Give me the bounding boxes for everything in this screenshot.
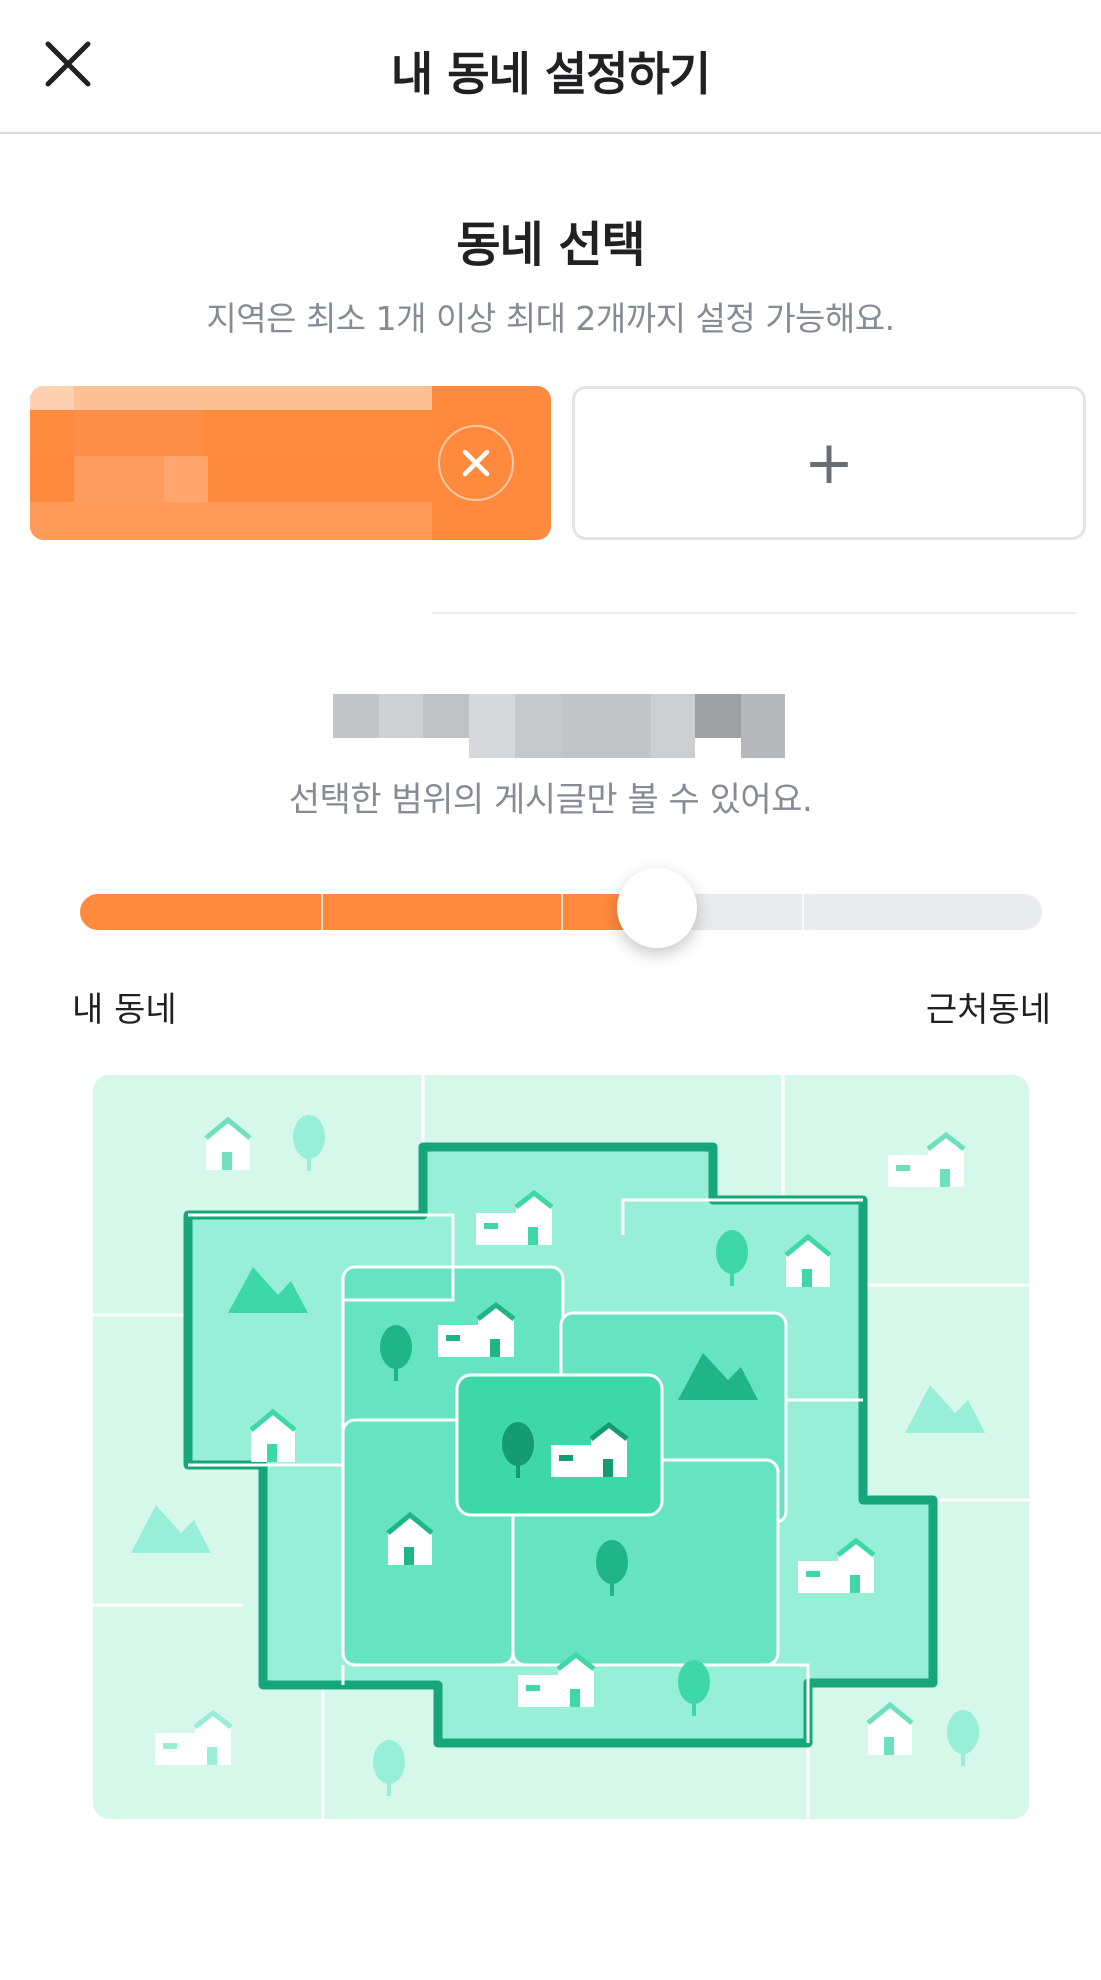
remove-neighborhood-button[interactable] (438, 425, 514, 501)
redacted-block (695, 694, 741, 738)
redacted-block (164, 456, 208, 502)
redacted-block (651, 694, 695, 758)
range-subtitle: 선택한 범위의 게시글만 볼 수 있어요. (288, 780, 813, 820)
range-slider-thumb[interactable] (617, 868, 697, 948)
redacted-block (30, 502, 432, 540)
slider-tick (802, 894, 804, 930)
divider (432, 612, 1076, 614)
redacted-block (30, 386, 74, 410)
slider-tick (321, 894, 323, 930)
page-title: 내 동네 설정하기 (390, 47, 711, 101)
top-app-bar: 내 동네 설정하기 (0, 0, 1101, 134)
redacted-block (30, 386, 432, 410)
slider-tick (561, 894, 563, 930)
plus-icon: + (803, 428, 855, 498)
redacted-block (515, 694, 561, 758)
range-label-redacted (333, 692, 785, 758)
range-slider-fill (80, 894, 657, 930)
redacted-block (74, 410, 202, 456)
range-slider-track[interactable] (80, 894, 1042, 930)
redacted-block (469, 694, 515, 758)
redacted-block (333, 694, 379, 738)
redacted-block (423, 694, 469, 738)
slider-label-my-neighborhood: 내 동네 (72, 990, 177, 1030)
add-neighborhood-button[interactable]: + (572, 386, 1086, 540)
redacted-block (741, 694, 785, 758)
section-title: 동네 선택 (456, 217, 645, 273)
selected-neighborhood-chip[interactable] (30, 386, 551, 540)
redacted-block (561, 694, 651, 758)
neighborhood-range-map (93, 1075, 1029, 1819)
slider-label-nearby-neighborhood: 근처동네 (925, 990, 1051, 1030)
close-circle-icon (462, 449, 490, 477)
section-subtitle: 지역은 최소 1개 이상 최대 2개까지 설정 가능해요. (206, 299, 895, 338)
